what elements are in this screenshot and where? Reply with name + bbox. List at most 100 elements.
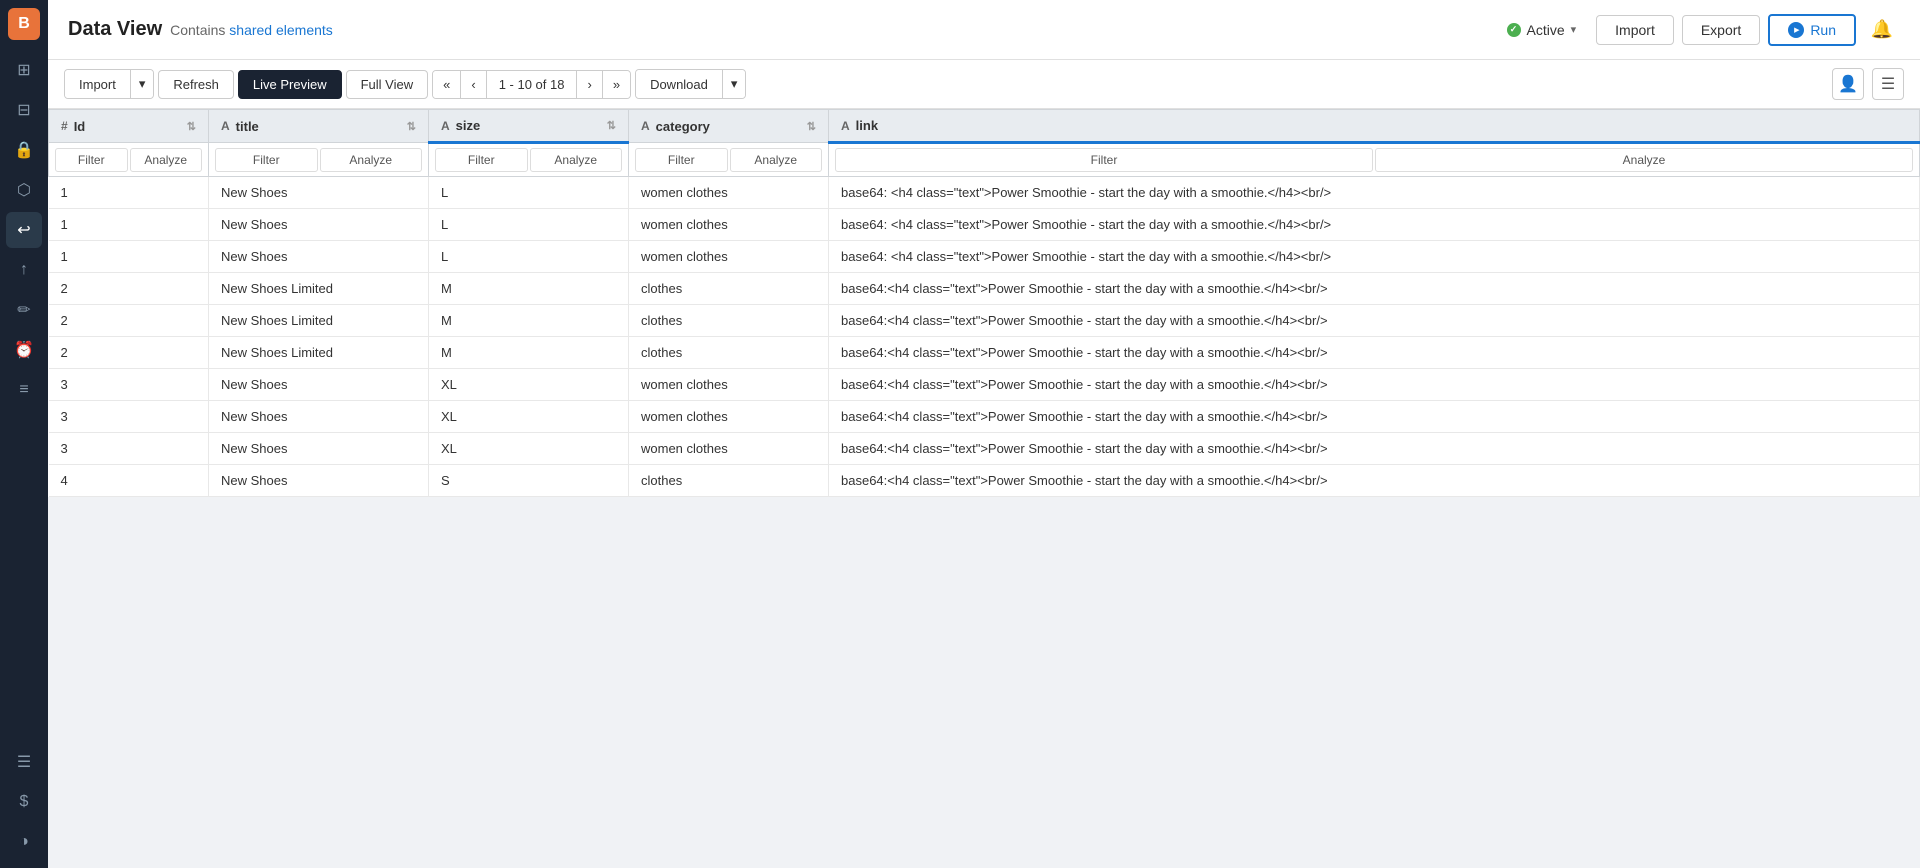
toolbar-import-dropdown[interactable]: ▾ [131, 70, 154, 98]
analyze-link-button[interactable]: Analyze [1375, 148, 1913, 172]
cell-title[interactable]: New Shoes Limited [209, 337, 429, 369]
filter-link-button[interactable]: Filter [835, 148, 1373, 172]
cell-title[interactable]: New Shoes [209, 209, 429, 241]
sidebar-item-hex[interactable]: ⬡ [6, 172, 42, 208]
cell-size[interactable]: L [429, 177, 629, 209]
export-button[interactable]: Export [1682, 15, 1760, 45]
analyze-id-button[interactable]: Analyze [130, 148, 203, 172]
cell-link[interactable]: base64:<h4 class="text">Power Smoothie -… [829, 273, 1920, 305]
sidebar-item-menu2[interactable]: ☰ [6, 744, 42, 780]
cell-title[interactable]: New Shoes [209, 241, 429, 273]
cell-category[interactable]: women clothes [629, 433, 829, 465]
download-dropdown[interactable]: ▾ [723, 70, 746, 98]
user-icon-button[interactable]: 👤 [1832, 68, 1864, 100]
id-sort-icon[interactable]: ⇅ [187, 120, 196, 133]
live-preview-button[interactable]: Live Preview [238, 70, 342, 99]
cell-size[interactable]: M [429, 305, 629, 337]
filter-id-button[interactable]: Filter [55, 148, 128, 172]
cell-title[interactable]: New Shoes [209, 177, 429, 209]
col-header-category[interactable]: A category ⇅ [629, 110, 829, 143]
sidebar-logo[interactable]: B [8, 8, 40, 40]
cell-title[interactable]: New Shoes [209, 401, 429, 433]
sidebar-item-edit[interactable]: ✏ [6, 292, 42, 328]
toolbar-import-button[interactable]: Import [65, 70, 131, 98]
sidebar-item-menu1[interactable]: ≡ [6, 372, 42, 408]
cell-link[interactable]: base64: <h4 class="text">Power Smoothie … [829, 241, 1920, 273]
cell-category[interactable]: women clothes [629, 241, 829, 273]
cell-title[interactable]: New Shoes Limited [209, 305, 429, 337]
cell-id[interactable]: 4 [49, 465, 209, 497]
cell-size[interactable]: L [429, 209, 629, 241]
category-sort-icon[interactable]: ⇅ [807, 120, 816, 133]
cell-title[interactable]: New Shoes Limited [209, 273, 429, 305]
cell-id[interactable]: 1 [49, 177, 209, 209]
col-header-size[interactable]: A size ⇅ [429, 110, 629, 143]
analyze-size-button[interactable]: Analyze [530, 148, 623, 172]
cell-category[interactable]: women clothes [629, 177, 829, 209]
cell-category[interactable]: clothes [629, 465, 829, 497]
title-sort-icon[interactable]: ⇅ [407, 120, 416, 133]
cell-category[interactable]: clothes [629, 305, 829, 337]
cell-link[interactable]: base64: <h4 class="text">Power Smoothie … [829, 209, 1920, 241]
sidebar-item-lock[interactable]: 🔒 [6, 132, 42, 168]
cell-link[interactable]: base64:<h4 class="text">Power Smoothie -… [829, 401, 1920, 433]
cell-id[interactable]: 2 [49, 305, 209, 337]
notification-button[interactable]: 🔔 [1864, 12, 1900, 48]
cell-id[interactable]: 3 [49, 369, 209, 401]
filter-category-button[interactable]: Filter [635, 148, 728, 172]
cell-id[interactable]: 3 [49, 433, 209, 465]
cell-size[interactable]: L [429, 241, 629, 273]
size-sort-icon[interactable]: ⇅ [607, 119, 616, 132]
cell-id[interactable]: 3 [49, 401, 209, 433]
cell-category[interactable]: women clothes [629, 209, 829, 241]
cell-category[interactable]: women clothes [629, 401, 829, 433]
sidebar-item-grid[interactable]: ⊞ [6, 52, 42, 88]
filter-size-button[interactable]: Filter [435, 148, 528, 172]
cell-id[interactable]: 1 [49, 209, 209, 241]
prev-page-button[interactable]: ‹ [461, 71, 486, 98]
sidebar-item-dashboard[interactable]: ⊟ [6, 92, 42, 128]
cell-link[interactable]: base64:<h4 class="text">Power Smoothie -… [829, 465, 1920, 497]
cell-size[interactable]: XL [429, 401, 629, 433]
cell-title[interactable]: New Shoes [209, 369, 429, 401]
download-button[interactable]: Download [636, 70, 723, 98]
cell-size[interactable]: XL [429, 433, 629, 465]
sidebar-item-undo[interactable]: ↩ [6, 212, 42, 248]
cell-size[interactable]: M [429, 273, 629, 305]
col-header-link[interactable]: A link [829, 110, 1920, 143]
refresh-button[interactable]: Refresh [158, 70, 234, 99]
import-button[interactable]: Import [1596, 15, 1674, 45]
cell-link[interactable]: base64:<h4 class="text">Power Smoothie -… [829, 305, 1920, 337]
col-header-id[interactable]: # Id ⇅ [49, 110, 209, 143]
next-page-button[interactable]: › [577, 71, 602, 98]
cell-link[interactable]: base64:<h4 class="text">Power Smoothie -… [829, 337, 1920, 369]
cell-link[interactable]: base64:<h4 class="text">Power Smoothie -… [829, 369, 1920, 401]
cell-id[interactable]: 2 [49, 273, 209, 305]
first-page-button[interactable]: « [433, 71, 461, 98]
sidebar-item-dollar[interactable]: $ [6, 784, 42, 820]
cell-category[interactable]: women clothes [629, 369, 829, 401]
cell-category[interactable]: clothes [629, 273, 829, 305]
cell-link[interactable]: base64:<h4 class="text">Power Smoothie -… [829, 433, 1920, 465]
cell-size[interactable]: M [429, 337, 629, 369]
cell-title[interactable]: New Shoes [209, 433, 429, 465]
full-view-button[interactable]: Full View [346, 70, 429, 99]
last-page-button[interactable]: » [603, 71, 630, 98]
sidebar-item-chart[interactable]: ◑ [6, 824, 42, 860]
col-header-title[interactable]: A title ⇅ [209, 110, 429, 143]
shared-elements-link[interactable]: shared elements [229, 22, 333, 38]
menu-icon-button[interactable]: ☰ [1872, 68, 1904, 100]
status-chevron[interactable]: ▾ [1571, 23, 1577, 36]
sidebar-item-clock[interactable]: ⏰ [6, 332, 42, 368]
cell-category[interactable]: clothes [629, 337, 829, 369]
run-button[interactable]: Run [1768, 14, 1856, 46]
cell-id[interactable]: 2 [49, 337, 209, 369]
sidebar-item-upload[interactable]: ↑ [6, 252, 42, 288]
filter-title-button[interactable]: Filter [215, 148, 318, 172]
cell-title[interactable]: New Shoes [209, 465, 429, 497]
cell-link[interactable]: base64: <h4 class="text">Power Smoothie … [829, 177, 1920, 209]
analyze-category-button[interactable]: Analyze [730, 148, 823, 172]
analyze-title-button[interactable]: Analyze [320, 148, 423, 172]
cell-size[interactable]: XL [429, 369, 629, 401]
cell-size[interactable]: S [429, 465, 629, 497]
